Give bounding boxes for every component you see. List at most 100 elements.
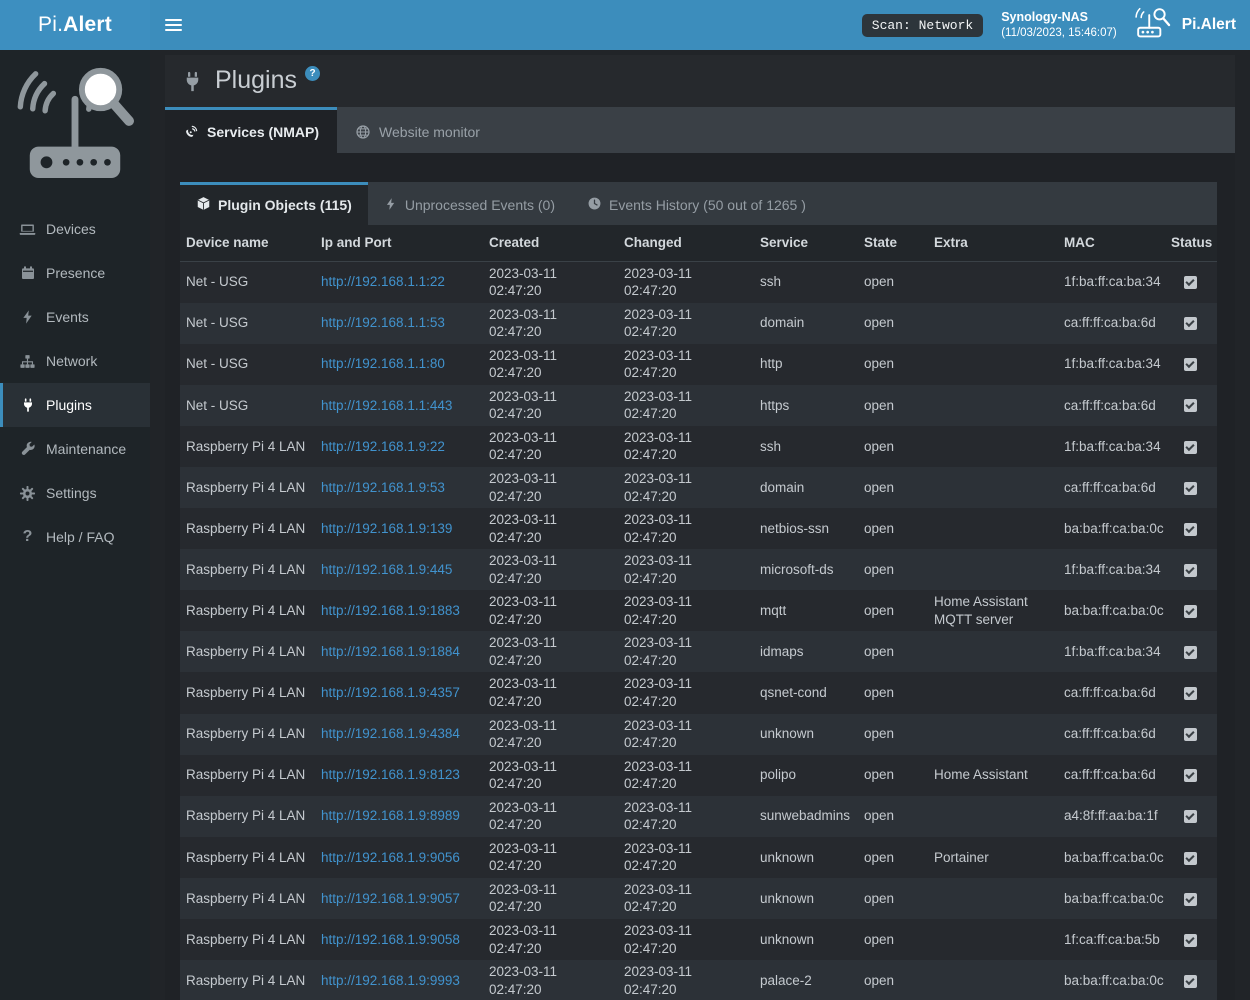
created-cell: 2023-03-11 02:47:20 [483,426,618,467]
sidebar-item-help[interactable]: ? Help / FAQ [0,515,150,559]
table-row: Raspberry Pi 4 LANhttp://192.168.1.9:222… [180,426,1217,467]
ip-port-link[interactable]: http://192.168.1.9:53 [321,480,445,495]
changed-cell: 2023-03-11 02:47:20 [618,261,754,303]
subtab-unprocessed-events[interactable]: Unprocessed Events (0) [368,182,571,225]
ip-port-cell: http://192.168.1.9:4384 [315,714,483,755]
status-checkbox[interactable] [1184,482,1197,495]
status-checkbox[interactable] [1184,441,1197,454]
changed-cell: 2023-03-11 02:47:20 [618,837,754,878]
sidebar-item-devices[interactable]: Devices [0,207,150,251]
status-checkbox[interactable] [1184,646,1197,659]
device-name-cell: Raspberry Pi 4 LAN [180,714,315,755]
calendar-icon [18,265,37,281]
tab-services-nmap[interactable]: Services (NMAP) [165,107,337,153]
sidebar-item-label: Devices [46,221,96,237]
app-logo[interactable]: Pi.Alert [0,0,150,50]
status-checkbox[interactable] [1184,852,1197,865]
help-badge[interactable]: ? [305,66,320,81]
subtab-plugin-objects[interactable]: Plugin Objects (115) [180,182,368,225]
ip-port-link[interactable]: http://192.168.1.1:80 [321,356,445,371]
changed-cell: 2023-03-11 02:47:20 [618,960,754,1000]
wrench-icon [18,441,37,457]
ip-port-link[interactable]: http://192.168.1.9:139 [321,521,452,536]
status-checkbox[interactable] [1184,728,1197,741]
table-row: Raspberry Pi 4 LAN http://192.168.1.9:999… [180,960,1217,1000]
created-cell: 2023-03-11 02:47:20 [483,714,618,755]
sidebar-item-settings[interactable]: Settings [0,471,150,515]
subtab-events-history[interactable]: Events History (50 out of 1265 ) [571,182,822,225]
status-checkbox[interactable] [1184,523,1197,536]
status-checkbox[interactable] [1184,810,1197,823]
created-cell: 2023-03-11 02:47:20 [483,549,618,590]
ip-port-link[interactable]: http://192.168.1.1:443 [321,398,452,413]
table-row: Net - USGhttp://192.168.1.1:222023-03-11… [180,261,1217,303]
status-checkbox[interactable] [1184,399,1197,412]
status-cell [1165,549,1217,590]
status-checkbox[interactable] [1184,564,1197,577]
changed-cell: 2023-03-11 02:47:20 [618,549,754,590]
col-changed: Changed [618,225,754,261]
status-checkbox[interactable] [1184,605,1197,618]
status-checkbox[interactable] [1184,975,1197,988]
ip-port-link[interactable]: http://192.168.1.1:53 [321,315,445,330]
mac-cell: ba:ba:ff:ca:ba:0c [1058,508,1165,549]
status-cell [1165,590,1217,631]
col-mac: MAC [1058,225,1165,261]
ip-port-link[interactable]: http://192.168.1.9:9058 [321,932,460,947]
ip-port-link[interactable]: http://192.168.1.9:8989 [321,808,460,823]
ip-port-link[interactable]: http://192.168.1.9:1884 [321,644,460,659]
changed-cell: 2023-03-11 02:47:20 [618,344,754,385]
status-checkbox[interactable] [1184,317,1197,330]
status-cell [1165,467,1217,508]
service-cell: https [754,385,858,426]
ip-port-link[interactable]: http://192.168.1.9:9057 [321,891,460,906]
laptop-icon [18,221,37,238]
sidebar-item-maintenance[interactable]: Maintenance [0,427,150,471]
ip-port-link[interactable]: http://192.168.1.9:9056 [321,850,460,865]
status-cell [1165,426,1217,467]
service-cell: http [754,344,858,385]
tab-label: Services (NMAP) [207,124,319,140]
service-cell: netbios-ssn [754,508,858,549]
ip-port-link[interactable]: http://192.168.1.9:1883 [321,603,460,618]
sidebar-item-plugins[interactable]: Plugins [0,383,150,427]
sidebar-item-events[interactable]: Events [0,295,150,339]
ip-port-link[interactable]: http://192.168.1.9:445 [321,562,452,577]
status-checkbox[interactable] [1184,358,1197,371]
col-state: State [858,225,928,261]
changed-cell: 2023-03-11 02:47:20 [618,590,754,631]
status-checkbox[interactable] [1184,769,1197,782]
ip-port-link[interactable]: http://192.168.1.9:4384 [321,726,460,741]
sidebar-item-label: Maintenance [46,441,126,457]
scan-status-badge: Scan: Network [862,14,983,37]
status-checkbox[interactable] [1184,893,1197,906]
ip-port-link[interactable]: http://192.168.1.9:8123 [321,767,460,782]
mac-cell: ca:ff:ff:ca:ba:6d [1058,755,1165,796]
sidebar-item-presence[interactable]: Presence [0,251,150,295]
subtab-label: Plugin Objects (115) [218,197,352,213]
status-checkbox[interactable] [1184,687,1197,700]
satellite-dish-icon [183,124,199,140]
ip-port-cell: http://192.168.1.9:9056 [315,837,483,878]
state-cell: open [858,426,928,467]
ip-port-link[interactable]: http://192.168.1.9:4357 [321,685,460,700]
extra-cell [928,303,1058,344]
device-name-cell: Raspberry Pi 4 LAN [180,960,315,1000]
device-name-cell: Raspberry Pi 4 LAN [180,878,315,919]
ip-port-link[interactable]: http://192.168.1.9:9993 [321,973,460,988]
created-cell: 2023-03-11 02:47:20 [483,755,618,796]
ip-port-link[interactable]: http://192.168.1.9:22 [321,439,445,454]
status-checkbox[interactable] [1184,934,1197,947]
status-checkbox[interactable] [1184,276,1197,289]
ip-port-link[interactable]: http://192.168.1.1:22 [321,274,445,289]
table-row: Raspberry Pi 4 LANhttp://192.168.1.9:905… [180,837,1217,878]
table-row: Raspberry Pi 4 LANhttp://192.168.1.9:435… [180,672,1217,713]
plugin-tabs: Services (NMAP) Website monitor [165,107,1235,153]
sidebar-item-network[interactable]: Network [0,339,150,383]
sidebar-toggle-button[interactable] [150,0,196,50]
service-cell: ssh [754,426,858,467]
service-cell: palace-2 [754,960,858,1000]
brand-link[interactable]: Pi.Alert [1135,7,1236,44]
table-row: Raspberry Pi 4 LANhttp://192.168.1.9:139… [180,508,1217,549]
tab-website-monitor[interactable]: Website monitor [337,107,498,153]
